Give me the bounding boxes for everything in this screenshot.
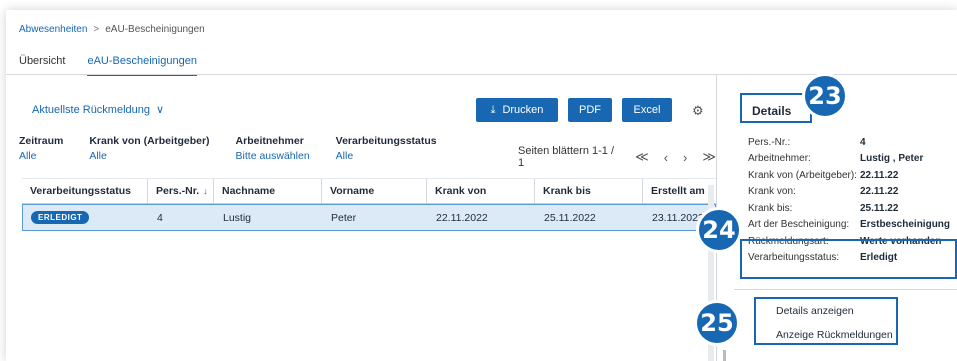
detail-value: Erstbescheinigung [860, 219, 951, 231]
latest-response-dropdown[interactable]: Aktuellste Rückmeldung ∨ [32, 103, 165, 117]
detail-row: Art der Bescheinigung: Erstbescheinigung [748, 217, 950, 234]
filter-label: Krank von (Arbeitgeber) [89, 135, 210, 147]
next-page-icon[interactable]: › [683, 150, 687, 165]
first-page-icon[interactable]: ≪ [635, 149, 649, 165]
pagination: Seiten blättern 1-1 / 1 ≪ ‹ › ≫ [518, 145, 716, 169]
detail-label: Krank von: [748, 186, 796, 198]
tab-eau-certificates[interactable]: eAU-Bescheinigungen [87, 55, 198, 76]
cell-sick-from: 22.11.2022 [436, 211, 488, 224]
column-header-pers-nr[interactable]: Pers.-Nr. ↓ [148, 179, 214, 203]
prev-page-icon[interactable]: ‹ [664, 150, 668, 165]
column-header-last-name[interactable]: Nachname [214, 179, 322, 203]
breadcrumb-current: eAU-Bescheinigungen [105, 24, 205, 35]
certificates-table: Verarbeitungsstatus Pers.-Nr. ↓ Nachname… [22, 178, 716, 231]
pdf-button[interactable]: PDF [568, 98, 612, 122]
detail-value: 25.11.22 [860, 202, 899, 214]
detail-value: 22.11.22 [860, 169, 899, 181]
excel-button-label: Excel [633, 104, 661, 116]
pdf-button-label: PDF [579, 104, 601, 116]
detail-row: Pers.-Nr.: 4 [748, 134, 950, 151]
details-divider [734, 289, 957, 290]
pagination-text: Seiten blättern 1-1 / 1 [518, 145, 615, 169]
column-header-sick-until[interactable]: Krank bis [535, 179, 643, 203]
filter-period[interactable]: Zeitraum Alle [19, 135, 63, 162]
detail-value: 22.11.22 [860, 186, 899, 198]
tab-bar: Übersicht eAU-Bescheinigungen [19, 55, 219, 76]
cell-sick-until: 25.11.2022 [544, 211, 596, 224]
breadcrumb-separator: > [93, 24, 100, 35]
detail-label: Pers.-Nr.: [748, 136, 791, 148]
download-icon: ⤓ [490, 103, 496, 116]
column-header-label: Pers.-Nr. [156, 185, 200, 197]
filter-label: Arbeitnehmer [235, 135, 304, 147]
filter-value[interactable]: Alle [336, 150, 437, 162]
filter-bar: Zeitraum Alle Krank von (Arbeitgeber) Al… [19, 135, 463, 162]
filter-value[interactable]: Alle [89, 150, 209, 162]
detail-label: Arbeitnehmer: [748, 153, 811, 165]
cell-last-name: Lustig [223, 211, 252, 224]
breadcrumb-parent-link[interactable]: Abwesenheiten [19, 24, 87, 35]
cell-first-name: Peter [331, 211, 357, 224]
callout-marker-25: 25 [694, 300, 740, 346]
column-header-first-name[interactable]: Vorname [322, 179, 427, 203]
detail-value: Lustig , Peter [860, 153, 924, 165]
details-panel: Details Pers.-Nr.: 4 Arbeitnehmer: Lustig … [722, 75, 957, 361]
sort-down-icon: ↓ [203, 186, 208, 196]
filter-sick-from-employer[interactable]: Krank von (Arbeitgeber) Alle [89, 135, 209, 162]
callout-marker-23: 23 [802, 73, 848, 119]
app-window: Abwesenheiten > eAU-Bescheinigungen Übersi… [6, 10, 957, 361]
cell-status: ERLEDIGT [23, 205, 149, 230]
filter-value[interactable]: Alle [19, 150, 63, 162]
filter-label: Verarbeitungsstatus [335, 135, 437, 147]
filter-employee[interactable]: Arbeitnehmer Bitte auswählen [236, 135, 310, 162]
detail-row: Krank von: 22.11.22 [748, 184, 950, 201]
status-badge: ERLEDIGT [31, 211, 90, 224]
detail-row: Arbeitnehmer: Lustig , Peter [748, 151, 950, 168]
dropdown-label: Aktuellste Rückmeldung [32, 103, 151, 116]
detail-row: Krank bis: 25.11.22 [748, 200, 950, 217]
detail-value: 4 [860, 136, 866, 148]
table-row[interactable]: ERLEDIGT 4 Lustig Peter 22.11.2022 25.11… [22, 204, 716, 231]
print-button[interactable]: ⤓ Drucken [476, 98, 558, 122]
detail-label: Krank von (Arbeitgeber): [748, 169, 857, 181]
show-responses-link[interactable]: Anzeige Rückmeldungen [776, 329, 893, 341]
cell-pers-nr: 4 [157, 211, 163, 224]
detail-label: Art der Bescheinigung: [748, 219, 850, 231]
filter-processing-status[interactable]: Verarbeitungsstatus Alle [336, 135, 437, 162]
highlight-box [740, 239, 957, 279]
excel-button[interactable]: Excel [622, 98, 672, 122]
main-panel: Aktuellste Rückmeldung ∨ ⤓ Drucken PDF E… [6, 75, 716, 361]
filter-label: Zeitraum [19, 135, 64, 147]
column-header-created-at[interactable]: Erstellt am [643, 179, 714, 203]
tab-overview[interactable]: Übersicht [19, 55, 65, 75]
last-page-icon[interactable]: ≫ [702, 149, 716, 165]
detail-label: Krank bis: [748, 202, 793, 214]
show-details-link[interactable]: Details anzeigen [776, 305, 854, 317]
breadcrumb: Abwesenheiten > eAU-Bescheinigungen [19, 24, 205, 35]
column-header-status[interactable]: Verarbeitungsstatus [22, 179, 148, 203]
column-header-sick-from[interactable]: Krank von [427, 179, 535, 203]
chevron-down-icon: ∨ [156, 104, 165, 116]
gear-icon[interactable]: ⚙ [692, 103, 704, 119]
filter-value[interactable]: Bitte auswählen [236, 150, 310, 162]
print-button-label: Drucken [502, 104, 544, 116]
callout-marker-24: 24 [696, 207, 742, 253]
detail-row: Krank von (Arbeitgeber): 22.11.22 [748, 167, 950, 184]
table-header: Verarbeitungsstatus Pers.-Nr. ↓ Nachname… [22, 178, 716, 204]
